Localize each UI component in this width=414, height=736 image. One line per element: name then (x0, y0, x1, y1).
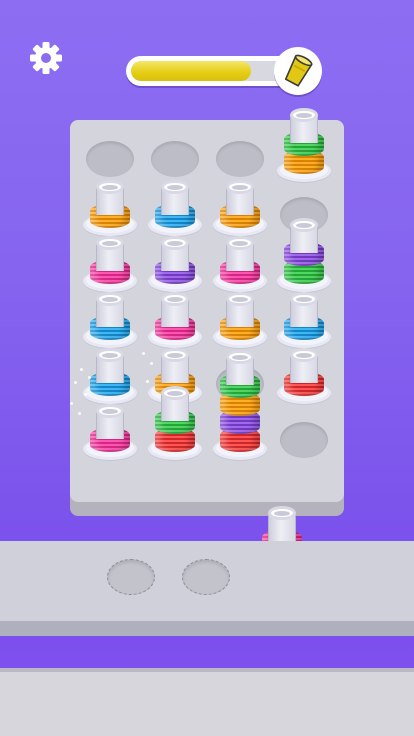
peg-tube-top (226, 350, 254, 364)
peg-tube-top (290, 292, 318, 306)
floor (0, 672, 414, 736)
peg-tube-top (161, 236, 189, 250)
peg-tube-top (96, 180, 124, 194)
peg-col2-row5[interactable] (148, 374, 202, 460)
peg-tube-top (96, 404, 124, 418)
paint-bucket-icon (284, 54, 313, 87)
tray-slot-empty[interactable] (107, 559, 155, 595)
peg-col1-row5[interactable] (83, 392, 137, 460)
reward-badge[interactable] (274, 47, 322, 95)
peg-tube-top (161, 292, 189, 306)
bottom-tray (0, 541, 414, 621)
ring-stack (220, 374, 260, 452)
peg-col4-row4[interactable] (277, 336, 331, 404)
gear-icon (30, 42, 62, 74)
peg-tube-top (226, 292, 254, 306)
peg-tube-top (226, 180, 254, 194)
peg-col3-row5[interactable] (213, 338, 267, 460)
peg-tube-top (161, 348, 189, 362)
peg-tube-top (290, 348, 318, 362)
level-progress-fill (131, 61, 252, 81)
peg-tube-top (96, 236, 124, 250)
empty-hole[interactable] (280, 422, 328, 458)
peg-tube-top (226, 236, 254, 250)
peg-tube-top (161, 180, 189, 194)
peg-tube-top (290, 218, 318, 232)
peg-tube-top (161, 386, 189, 400)
peg-tube-top (290, 108, 318, 122)
peg-tube-top (96, 348, 124, 362)
peg-col4-raised[interactable] (277, 96, 331, 182)
peg-tube-top (96, 292, 124, 306)
peg-tube-top (268, 506, 296, 520)
settings-button[interactable] (26, 38, 66, 78)
tray-slot-empty[interactable] (182, 559, 230, 595)
